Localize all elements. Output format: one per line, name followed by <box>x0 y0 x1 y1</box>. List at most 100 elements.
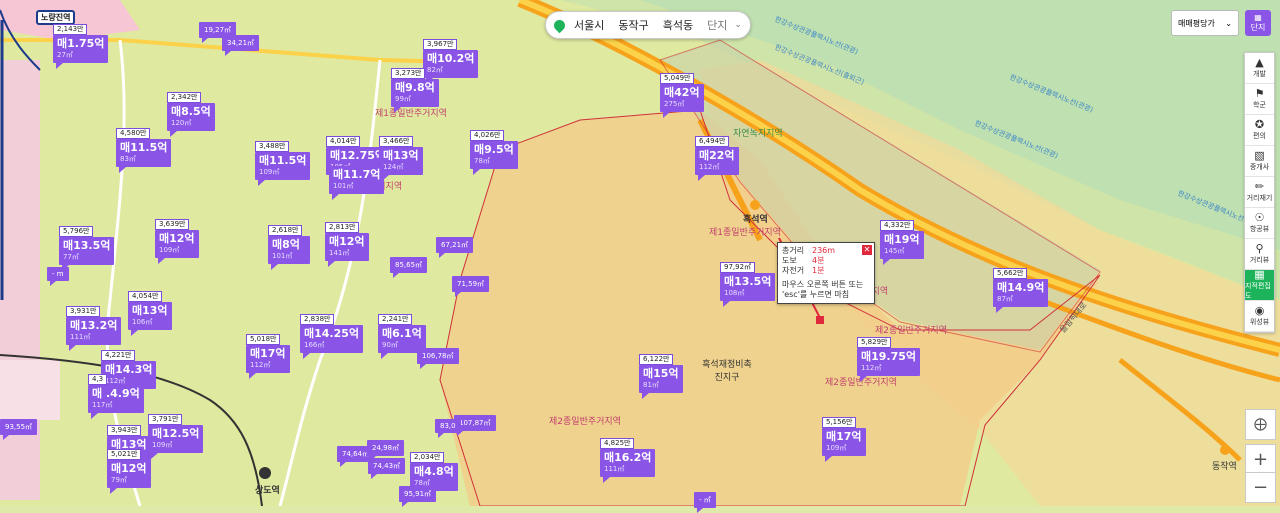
tool-development[interactable]: ▲ 개발 <box>1245 53 1274 84</box>
distance-popup: ✕ 총거리 236m 도보 4분 자전거 1분 마우스 오른쪽 버튼 또는 'esc'… <box>777 242 875 304</box>
tool-agent[interactable]: ▧ 중개사 <box>1245 146 1274 177</box>
price-marker-area: 141㎡ <box>329 249 350 257</box>
area-marker[interactable]: 106,78㎡ <box>417 348 459 369</box>
price-marker-price: 매42억 <box>664 86 700 99</box>
price-marker-card: 매12억 109㎡ <box>155 230 199 264</box>
price-marker-price: 매11.7억 <box>333 168 381 181</box>
price-marker-tag: 5,662만 <box>993 268 1028 279</box>
price-marker-card: 매16.2억 111㎡ <box>600 449 656 483</box>
price-marker[interactable]: 매11.7억 101㎡ <box>329 166 385 200</box>
price-marker[interactable]: 4,026만 매9.5억 78㎡ <box>470 130 518 175</box>
price-marker-tag: 4,3 <box>88 374 108 385</box>
area-marker[interactable]: 83,0 <box>435 419 461 438</box>
price-marker[interactable]: 6,494만 매22억 112㎡ <box>695 136 739 181</box>
price-type-select[interactable]: 매매평당가 ⌄ <box>1171 10 1239 36</box>
price-marker-price: 매4.8억 <box>414 465 454 478</box>
streetview-icon: ⚲ <box>1255 242 1264 255</box>
price-marker-card: 매9.8억 99㎡ <box>391 79 439 113</box>
tool-school[interactable]: ⚑ 학군 <box>1245 84 1274 115</box>
zone-label: 흑석재정비촉진지구 <box>702 360 752 383</box>
price-marker-tag: 5,156만 <box>822 417 857 428</box>
price-marker-card: 매12억 141㎡ <box>325 233 369 267</box>
tool-label: 거리뷰 <box>1249 256 1270 264</box>
distance-row-value: 4분 <box>812 256 825 265</box>
tool-aerial[interactable]: ☉ 항공뷰 <box>1245 208 1274 239</box>
address-city[interactable]: 서울시 <box>574 17 604 33</box>
price-marker[interactable]: 5,156만 매17억 109㎡ <box>822 417 866 462</box>
price-marker[interactable]: 3,791만 매12.5억 109㎡ <box>148 414 204 459</box>
danji-button[interactable]: ▦ 단지 <box>1245 10 1271 36</box>
price-marker[interactable]: 4,580만 매11.5억 83㎡ <box>116 128 172 173</box>
price-marker[interactable]: 2,143만 매1.75억 27㎡ <box>53 24 109 69</box>
price-marker[interactable]: 5,662만 매14.9억 87㎡ <box>993 268 1049 313</box>
area-marker[interactable]: 85,65㎡ <box>390 257 428 278</box>
price-marker-price: 매17억 <box>250 347 286 360</box>
area-marker[interactable]: 24,98㎡ <box>367 440 405 461</box>
price-marker[interactable]: 4,332만 매19억 145㎡ <box>880 220 924 265</box>
compass-button[interactable]: ⨁ <box>1245 409 1276 440</box>
price-marker[interactable]: 3,931만 매13.2억 111㎡ <box>66 306 122 351</box>
price-marker[interactable]: 6,122만 매15억 81㎡ <box>639 354 683 399</box>
area-marker[interactable]: 74,43㎡ <box>368 458 406 479</box>
tool-cadastral[interactable]: ▦ 지적편집도 <box>1245 269 1274 301</box>
area-marker[interactable]: - m <box>47 267 69 286</box>
price-marker-tag: 6,122만 <box>639 354 674 365</box>
area-marker[interactable]: 93,55㎡ <box>0 419 38 440</box>
price-marker-card: 매13억 124㎡ <box>379 147 423 181</box>
area-marker[interactable]: 95,91㎡ <box>399 486 437 507</box>
price-marker-card: 매13.2억 111㎡ <box>66 317 122 351</box>
area-marker[interactable]: 67,21㎡ <box>436 237 474 258</box>
station-label-dongjak[interactable]: 동작역 <box>1212 459 1237 472</box>
price-marker-price: 매12억 <box>111 462 147 475</box>
price-marker[interactable]: 5,049만 매42억 275㎡ <box>660 73 704 118</box>
station-label-heukseok[interactable]: 흑석역 <box>743 212 768 225</box>
price-marker[interactable]: 4,825만 매16.2억 111㎡ <box>600 438 656 483</box>
address-district[interactable]: 동작구 <box>618 17 648 33</box>
location-pin-icon <box>551 17 568 33</box>
tool-satellite[interactable]: ◉ 위성뷰 <box>1245 301 1274 332</box>
price-marker[interactable]: 97,92㎡ 매13.5억 108㎡ <box>720 262 776 307</box>
price-marker-card: 매19.75억 112㎡ <box>857 348 921 382</box>
station-label-sangdo[interactable]: 상도역 <box>255 483 280 496</box>
price-marker[interactable]: 3,273만 매9.8억 99㎡ <box>391 68 439 113</box>
price-marker-price: 매12억 <box>329 235 365 248</box>
price-marker-tag: 4,332만 <box>880 220 915 231</box>
price-marker[interactable]: 3,466만 매13억 124㎡ <box>379 136 423 181</box>
chevron-down-icon[interactable]: ⌄ <box>734 20 742 30</box>
price-marker[interactable]: 5,796만 매13.5억 77㎡ <box>59 226 115 271</box>
tool-convenience[interactable]: ✪ 편의 <box>1245 115 1274 146</box>
tool-ruler[interactable]: ✏ 거리재기 <box>1245 177 1274 208</box>
price-marker-tag: 3,466만 <box>379 136 414 147</box>
station-label-noryangjin[interactable]: 노량진역 <box>36 10 76 25</box>
price-marker[interactable]: 3,639만 매12억 109㎡ <box>155 219 199 264</box>
area-marker[interactable]: 34,21㎡ <box>222 35 260 56</box>
address-dong[interactable]: 흑석동 <box>663 17 693 33</box>
price-marker-card: 매14.9억 87㎡ <box>993 279 1049 313</box>
price-marker[interactable]: 2,618만 매8억 101㎡ <box>268 225 310 270</box>
compass-icon: ⨁ <box>1254 417 1267 432</box>
area-marker[interactable]: 71,59㎡ <box>452 276 490 297</box>
price-marker[interactable]: 4,054만 매13억 106㎡ <box>128 291 172 336</box>
price-marker[interactable]: 3,488만 매11.5억 109㎡ <box>255 141 311 186</box>
tool-streetview[interactable]: ⚲ 거리뷰 <box>1245 239 1274 270</box>
price-marker[interactable]: 5,018만 매17억 112㎡ <box>246 334 290 379</box>
zoom-in-button[interactable]: + <box>1245 444 1276 475</box>
tool-label: 항공뷰 <box>1249 225 1270 233</box>
zoom-out-button[interactable]: − <box>1245 472 1276 503</box>
price-marker-tag: 2,813만 <box>325 222 360 233</box>
price-marker-area: 106㎡ <box>132 318 153 326</box>
price-marker[interactable]: 4,3 매 .4.9억 117㎡ <box>88 374 144 419</box>
address-mode[interactable]: 단지 <box>707 17 727 33</box>
price-marker[interactable]: 5,829만 매19.75억 112㎡ <box>857 337 921 382</box>
price-marker[interactable]: 2,838만 매14.25억 166㎡ <box>300 314 364 359</box>
price-marker[interactable]: 2,342만 매8.5억 120㎡ <box>167 92 215 137</box>
price-marker-area: 112㎡ <box>861 364 882 372</box>
price-marker-price: 매14.9억 <box>997 281 1045 294</box>
tool-label: 거리재기 <box>1246 194 1273 202</box>
price-marker[interactable]: 2,813만 매12억 141㎡ <box>325 222 369 267</box>
price-marker-price: 매11.5억 <box>120 141 168 154</box>
price-marker-tag: 3,943만 <box>107 425 142 436</box>
agent-icon: ▧ <box>1254 149 1265 162</box>
price-marker[interactable]: 5,021만 매12억 79㎡ <box>107 449 151 494</box>
close-icon[interactable]: ✕ <box>862 245 872 255</box>
